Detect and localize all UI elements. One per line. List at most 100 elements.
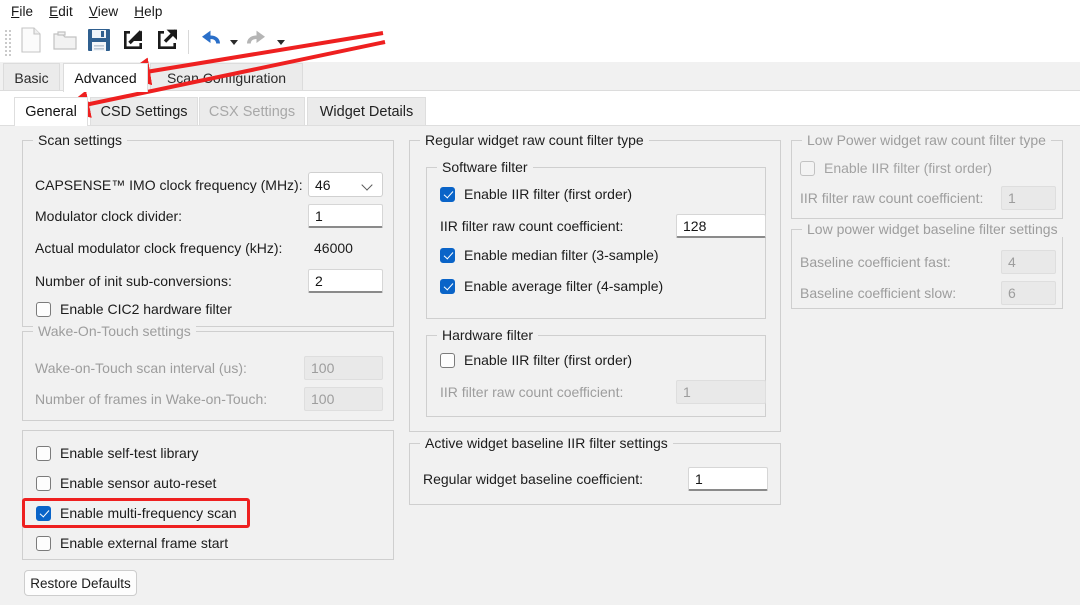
checkbox-checked-icon [36,505,51,521]
chevron-down-icon [229,39,238,45]
hardware-iir-coefficient-label: IIR filter raw count coefficient: [440,384,624,400]
import-button[interactable] [116,25,150,59]
tab-csx-settings-label: CSX Settings [208,103,296,120]
menu-help[interactable]: Help [131,4,175,19]
tab-csd-settings-label: CSD Settings [100,103,188,120]
external-frame-start-checkbox[interactable]: Enable external frame start [36,535,228,551]
checkbox-checked-icon [440,186,455,202]
tab-scan-configuration[interactable]: Scan Configuration [150,63,303,91]
menu-file-label-rest: ile [19,3,34,19]
software-iir-coefficient-input[interactable]: 128 [676,214,766,238]
menu-edit[interactable]: Edit [46,4,86,19]
open-file-icon [52,28,78,57]
general-tab-panel: Scan settings CAPSENSE™ IMO clock freque… [0,126,1080,605]
export-button[interactable] [150,25,184,59]
baseline-coefficient-fast-value: 4 [1008,254,1016,270]
software-iir-coefficient-label: IIR filter raw count coefficient: [440,218,624,234]
modulator-divider-value: 1 [315,207,323,224]
low-power-iir-coefficient-label: IIR filter raw count coefficient: [800,190,984,206]
save-button[interactable] [82,25,116,59]
regular-filter-legend: Regular widget raw count filter type [420,132,649,148]
checkbox-icon [800,160,815,176]
export-icon [154,27,180,58]
menu-file[interactable]: File [8,4,46,19]
imo-clock-value: 46 [315,176,331,193]
tab-csx-settings: CSX Settings [199,97,305,125]
capsense-configurator-window: File Edit View Help Basic Advanced Scan … [0,0,1080,605]
checkbox-checked-icon [440,247,455,263]
tab-basic-label: Basic [14,69,49,86]
init-subconversions-input[interactable]: 2 [308,269,383,293]
regular-baseline-coefficient-input[interactable]: 1 [688,467,768,491]
new-file-button[interactable] [14,25,48,59]
tab-general[interactable]: General [14,97,88,126]
regular-filter-group: Regular widget raw count filter type Sof… [409,132,781,432]
redo-icon [244,28,270,57]
low-power-iir-coefficient-input: 1 [1001,186,1056,210]
multi-frequency-scan-checkbox[interactable]: Enable multi-frequency scan [36,505,237,521]
redo-button[interactable] [240,25,274,59]
tab-widget-details-label: Widget Details [319,103,414,120]
undo-button[interactable] [193,25,227,59]
init-subconversions-label: Number of init sub-conversions: [35,273,232,289]
imo-clock-combo[interactable]: 46 [308,172,383,197]
wake-frames-input: 100 [304,387,383,411]
tab-widget-details[interactable]: Widget Details [307,97,426,125]
wake-scan-interval-input: 100 [304,356,383,380]
undo-dropdown-button[interactable] [227,25,240,59]
median-filter-checkbox[interactable]: Enable median filter (3-sample) [440,247,659,263]
median-filter-label: Enable median filter (3-sample) [464,247,659,263]
average-filter-label: Enable average filter (4-sample) [464,278,664,294]
software-iir-filter-label: Enable IIR filter (first order) [464,186,633,202]
wake-frames-label: Number of frames in Wake-on-Touch: [35,391,268,407]
checkbox-icon [440,352,455,368]
modulator-divider-label: Modulator clock divider: [35,208,183,224]
low-power-iir-filter-checkbox: Enable IIR filter (first order) [800,160,992,176]
tab-basic[interactable]: Basic [3,63,60,91]
multi-frequency-scan-label: Enable multi-frequency scan [60,505,237,521]
menu-view[interactable]: View [86,4,131,19]
active-baseline-group: Active widget baseline IIR filter settin… [409,435,781,505]
hardware-iir-filter-checkbox[interactable]: Enable IIR filter (first order) [440,352,632,368]
sensor-auto-reset-checkbox[interactable]: Enable sensor auto-reset [36,475,216,491]
redo-dropdown-button[interactable] [274,25,287,59]
tab-scan-configuration-label: Scan Configuration [166,69,287,86]
wake-on-touch-group: Wake-On-Touch settings Wake-on-Touch sca… [22,323,394,421]
restore-defaults-label: Restore Defaults [30,575,131,591]
chevron-down-icon [276,39,285,45]
wake-on-touch-legend: Wake-On-Touch settings [33,323,196,339]
low-power-iir-filter-label: Enable IIR filter (first order) [824,160,993,176]
low-power-baseline-legend: Low power widget baseline filter setting… [802,221,1063,237]
baseline-coefficient-slow-value: 6 [1008,285,1016,301]
average-filter-checkbox[interactable]: Enable average filter (4-sample) [440,278,663,294]
low-power-baseline-group: Low power widget baseline filter setting… [791,221,1063,309]
regular-baseline-coefficient-value: 1 [695,470,703,487]
hardware-iir-coefficient-input: 1 [676,380,766,404]
outer-tab-bar: Basic Advanced Scan Configuration [0,62,1080,92]
checkbox-icon [36,445,51,461]
self-test-library-checkbox[interactable]: Enable self-test library [36,445,199,461]
baseline-coefficient-fast-input: 4 [1001,250,1056,274]
hardware-filter-legend: Hardware filter [437,327,539,343]
low-power-filter-legend: Low Power widget raw count filter type [802,132,1051,148]
wake-scan-interval-label: Wake-on-Touch scan interval (us): [35,360,247,376]
tab-advanced[interactable]: Advanced [63,63,148,92]
cic2-hardware-filter-checkbox[interactable]: Enable CIC2 hardware filter [36,301,232,317]
open-file-button[interactable] [48,25,82,59]
cic2-hardware-filter-label: Enable CIC2 hardware filter [60,301,232,317]
checkbox-icon [36,475,51,491]
chevron-down-icon [362,179,374,191]
import-icon [120,27,146,58]
toolbar-separator [188,30,189,54]
modulator-divider-input[interactable]: 1 [308,204,383,228]
imo-clock-label: CAPSENSE™ IMO clock frequency (MHz): [35,177,303,193]
software-iir-filter-checkbox[interactable]: Enable IIR filter (first order) [440,186,632,202]
hardware-filter-group: Hardware filter Enable IIR filter (first… [426,327,766,417]
menu-view-label-rest: iew [97,3,119,19]
software-filter-group: Software filter Enable IIR filter (first… [426,159,766,319]
toolbar-grip[interactable] [3,28,11,56]
tab-csd-settings[interactable]: CSD Settings [90,97,198,125]
baseline-coefficient-slow-label: Baseline coefficient slow: [800,285,957,301]
restore-defaults-button[interactable]: Restore Defaults [24,570,137,596]
save-icon [86,27,112,58]
